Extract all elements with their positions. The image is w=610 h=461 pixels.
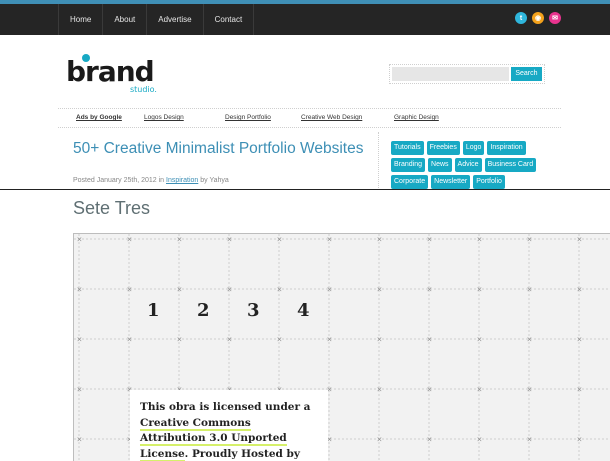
post-meta-date: Posted January 25th, 2012 in [73,177,167,184]
grid-cross-marker: × [277,236,283,244]
grid-cross-marker: × [577,436,583,444]
grid-cross-marker: × [477,336,483,344]
grid-cross-marker: × [177,236,183,244]
license-text-end: . Proudly Hosted by [184,447,300,460]
featured-site-title[interactable]: Sete Tres [73,198,150,219]
nav-about[interactable]: About [103,4,148,35]
grid-cross-marker: × [477,436,483,444]
grid-cross-marker: × [477,236,483,244]
grid-cross-marker: × [127,286,133,294]
mail-icon[interactable]: ✉ [549,12,561,24]
grid-cross-marker: × [77,436,83,444]
license-notice: This obra is licensed under a Creative C… [130,390,328,461]
grid-cross-marker: × [77,286,83,294]
tag-advice[interactable]: Advice [454,158,482,172]
grid-cross-marker: × [77,236,83,244]
rss-icon[interactable]: ◉ [532,12,544,24]
grid-cross-marker: × [377,236,383,244]
main-nav: Home About Advertise Contact [58,4,255,35]
grid-cross-marker: × [527,336,533,344]
ad-link-graphic-design[interactable]: Graphic Design [394,114,439,121]
nav-contact[interactable]: Contact [204,4,255,35]
grid-cross-marker: × [427,236,433,244]
tag-portfolio[interactable]: Portfolio [473,175,505,189]
grid-cross-marker: × [427,286,433,294]
grid-number-1: 1 [147,300,160,321]
grid-cross-marker: × [377,286,383,294]
grid-cross-marker: × [177,286,183,294]
search-form: Search [389,64,545,84]
grid-cross-marker: × [527,286,533,294]
grid-cross-marker: × [327,286,333,294]
license-text-start: This obra is licensed under a [140,401,311,413]
twitter-icon[interactable]: t [515,12,527,24]
tag-news[interactable]: News [428,158,452,172]
grid-cross-marker: × [277,336,283,344]
grid-cross-marker: × [477,386,483,394]
social-links: t ◉ ✉ [515,12,561,24]
grid-cross-marker: × [227,286,233,294]
grid-cross-marker: × [127,336,133,344]
tag-freebies[interactable]: Freebies [426,141,460,155]
grid-cross-marker: × [177,336,183,344]
ad-link-creative-web-design[interactable]: Creative Web Design [301,114,362,121]
tag-corporate[interactable]: Corporate [391,175,429,189]
grid-cross-marker: × [577,286,583,294]
post-meta-author: by Yahya [198,177,229,184]
grid-cross-marker: × [427,336,433,344]
grid-cross-marker: × [527,386,533,394]
grid-number-3: 3 [247,300,260,321]
ads-bar: Ads by Google Logos Design Design Portfo… [58,108,561,128]
ad-link-logos-design[interactable]: Logos Design [144,114,184,121]
grid-cross-marker: × [377,386,383,394]
post-title[interactable]: 50+ Creative Minimalist Portfolio Websit… [73,140,373,157]
grid-cross-marker: × [227,336,233,344]
tag-inspiration[interactable]: Inspiration [487,141,526,155]
screenshot-separator [0,189,610,190]
grid-cross-marker: × [427,386,433,394]
search-input[interactable] [392,67,509,81]
grid-number-2: 2 [197,300,210,321]
post-meta: Posted January 25th, 2012 in Inspiration… [73,177,229,184]
grid-cross-marker: × [377,336,383,344]
grid-cross-marker: × [77,386,83,394]
grid-cross-marker: × [477,286,483,294]
search-button[interactable]: Search [510,67,542,81]
logo-subtext: studio. [130,85,157,93]
tag-branding[interactable]: Branding [391,158,426,172]
sidebar-divider [378,132,379,188]
tag-cloud: Tutorials Freebies Logo Inspiration Bran… [391,141,551,189]
ad-link-design-portfolio[interactable]: Design Portfolio [225,114,271,121]
grid-cross-marker: × [427,436,433,444]
grid-cross-marker: × [77,336,83,344]
tag-logo[interactable]: Logo [462,141,485,155]
tag-newsletter[interactable]: Newsletter [431,175,471,189]
grid-cross-marker: × [127,236,133,244]
grid-cross-marker: × [377,436,383,444]
grid-cross-marker: × [527,236,533,244]
logo-wordmark: brand [66,55,154,88]
grid-cross-marker: × [327,236,333,244]
brand-studio-logo[interactable]: brand studio. [66,53,170,93]
grid-cross-marker: × [277,286,283,294]
grid-cross-marker: × [577,386,583,394]
grid-cross-marker: × [577,236,583,244]
tag-tutorials[interactable]: Tutorials [391,141,424,155]
grid-cross-marker: × [227,236,233,244]
post-category-link[interactable]: Inspiration [166,177,198,184]
grid-cross-marker: × [577,336,583,344]
nav-advertise[interactable]: Advertise [147,4,204,35]
tag-business-card[interactable]: Business Card [484,158,537,172]
grid-cross-marker: × [527,436,533,444]
ads-by-google-label[interactable]: Ads by Google [76,114,122,121]
grid-number-4: 4 [297,300,310,321]
top-navigation-bar: Home About Advertise Contact t ◉ ✉ [0,0,610,35]
nav-home[interactable]: Home [59,4,104,35]
grid-cross-marker: × [327,336,333,344]
